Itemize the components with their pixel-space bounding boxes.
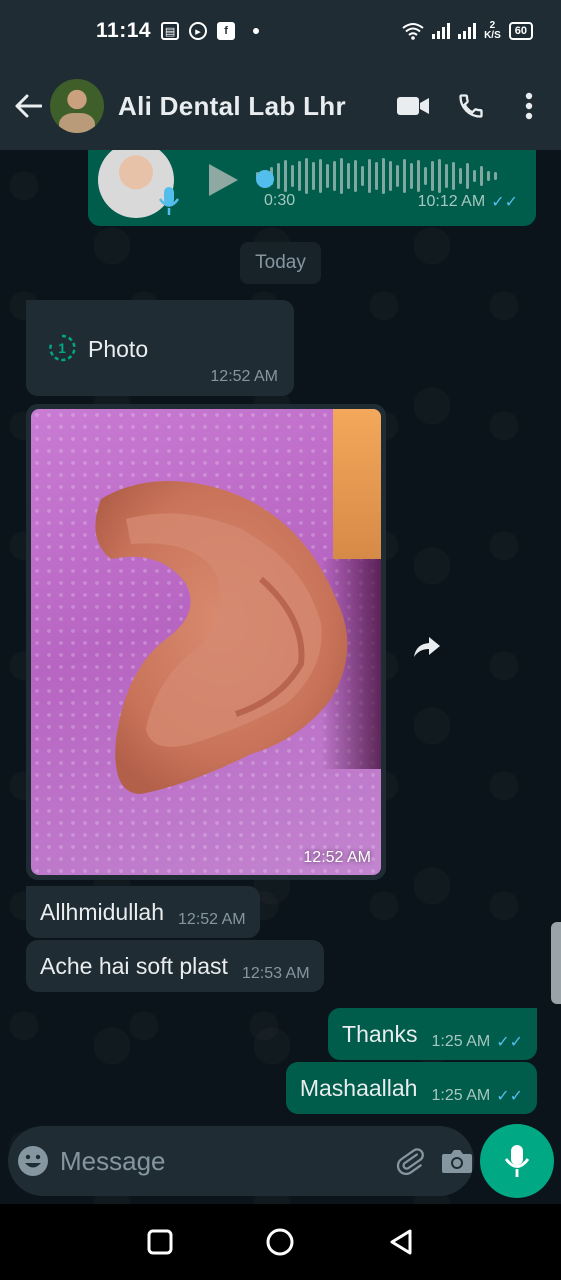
recents-icon [147,1229,173,1255]
message-text: Thanks [342,1020,418,1047]
message-text: Ache hai soft plast [40,952,228,979]
message-time: 12:52 AM [303,849,371,866]
home-icon [266,1228,294,1256]
message-meta: 12:52 AM [178,911,246,929]
read-receipt-icon: ✓✓ [496,1088,523,1105]
emoji-icon [18,1146,48,1176]
voice-record-button[interactable] [480,1124,554,1198]
paperclip-icon [396,1148,424,1176]
forward-button[interactable] [406,626,448,668]
gallery-notification-icon: ▤ [161,22,180,40]
read-receipt-icon: ✓✓ [496,1034,523,1051]
emoji-button[interactable] [16,1136,50,1186]
contact-name[interactable]: Ali Dental Lab Lhr [118,91,346,122]
voice-duration: 0:30 [264,192,296,209]
status-time: 11:14 [96,19,152,42]
phone-icon [459,94,483,118]
mic-icon [504,1145,530,1177]
denture-shape [95,481,348,794]
incoming-message[interactable]: Ache hai soft plast 12:53 AM [26,940,324,992]
message-text: Allhmidullah [40,898,165,925]
playback-position-handle[interactable] [256,170,274,188]
denture-photo[interactable]: 12:52 AM [31,409,381,875]
message-meta: 10:12 AM ✓✓ [418,192,518,212]
date-separator: Today [240,242,321,284]
back-button[interactable] [6,84,50,128]
scrollbar-handle[interactable] [551,922,561,1004]
contact-avatar[interactable] [50,79,104,133]
back-nav-button[interactable] [377,1218,425,1266]
system-nav-bar [0,1204,561,1280]
recents-button[interactable] [136,1218,184,1266]
signal-2-icon [458,23,477,39]
message-time: 1:25 AM [431,1033,491,1050]
battery-icon: 60 [508,22,533,40]
message-composer [8,1126,474,1196]
chat-header: Ali Dental Lab Lhr [0,62,561,150]
camera-icon [442,1150,472,1173]
message-meta: 12:52 AM [303,849,371,867]
play-button[interactable] [206,162,240,203]
message-time: 12:53 AM [241,965,310,982]
message-time: 1:25 AM [431,1087,491,1104]
message-meta: 12:53 AM [242,965,310,983]
message-meta: 1:25 AM ✓✓ [431,1032,523,1052]
message-text: Mashaallah [299,1074,418,1101]
wifi-icon [402,23,424,40]
incoming-message[interactable]: Allhmidullah 12:52 AM [26,886,260,938]
chat-area[interactable]: 0:30 10:12 AM ✓✓ Today 1 Photo 12:52 AM [0,150,561,1204]
status-bar: 11:14 ▤ ▸ f 2 K/S 60 [0,0,561,62]
outgoing-message[interactable]: Thanks 1:25 AM ✓✓ [328,1008,537,1060]
outgoing-message[interactable]: Mashaallah 1:25 AM ✓✓ [285,1062,537,1114]
message-time: 10:12 AM [417,193,486,210]
read-receipt-icon: ✓✓ [491,194,518,211]
photo-label: Photo [88,336,149,362]
facebook-notification-icon: f [217,22,236,40]
play-notification-icon: ▸ [189,22,208,40]
voice-waveform[interactable] [256,156,497,196]
play-icon [209,164,238,196]
camera-button[interactable] [441,1136,473,1186]
back-arrow-icon [15,94,42,118]
video-call-button[interactable] [391,84,435,128]
signal-1-icon [432,23,451,39]
more-vert-icon [525,92,533,120]
message-time: 12:52 AM [210,368,278,385]
voice-message[interactable]: 0:30 10:12 AM ✓✓ [88,150,536,226]
message-meta: 1:25 AM ✓✓ [431,1086,523,1106]
attach-button[interactable] [395,1136,425,1186]
svg-text:1: 1 [58,340,66,356]
back-triangle-icon [390,1229,412,1255]
video-call-icon [397,97,429,115]
message-input[interactable] [60,1145,395,1177]
image-message[interactable]: 12:52 AM [26,404,386,880]
home-button[interactable] [256,1218,304,1266]
network-speed: 2 K/S [484,20,501,41]
voice-call-button[interactable] [449,84,493,128]
message-meta: 12:52 AM [210,368,278,386]
view-once-icon: 1 [49,334,76,362]
more-notifications-dot-icon [253,28,260,34]
more-options-button[interactable] [507,84,551,128]
view-once-photo-message[interactable]: 1 Photo 12:52 AM [26,300,294,396]
mic-icon [158,187,180,215]
forward-icon [414,637,440,657]
message-time: 12:52 AM [178,911,246,928]
